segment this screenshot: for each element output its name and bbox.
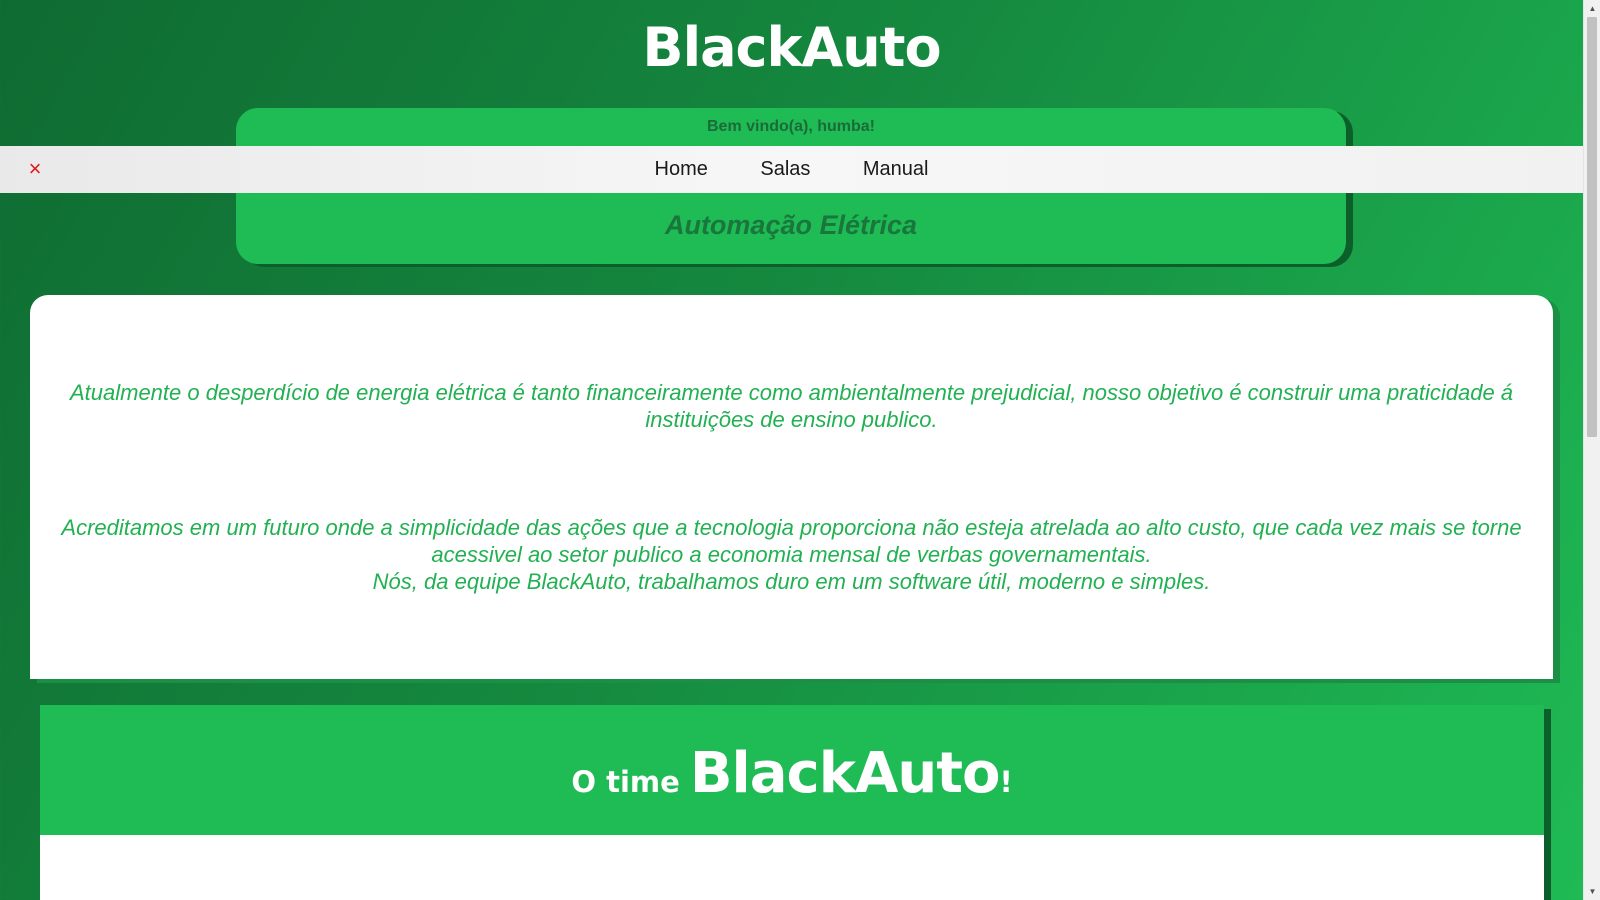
page-viewport: BlackAuto Bem vindo(a), humba! Automação…: [0, 0, 1583, 900]
team-title-brand: BlackAuto: [689, 741, 1001, 806]
team-title-suffix: !: [999, 765, 1013, 799]
vertical-scrollbar[interactable]: ▲ ▼: [1583, 0, 1600, 900]
team-title-prefix: O time: [571, 765, 690, 799]
welcome-message: Bem vindo(a), humba!: [706, 118, 875, 135]
scroll-down-icon[interactable]: ▼: [1584, 883, 1600, 900]
nav-link-salas[interactable]: Salas: [760, 146, 810, 193]
scrollbar-thumb[interactable]: [1587, 17, 1597, 437]
about-card: Atualmente o desperdício de energia elét…: [30, 295, 1553, 679]
about-paragraph-3: Nós, da equipe BlackAuto, trabalhamos du…: [372, 569, 1211, 594]
navigation-bar: × Home Salas Manual: [0, 146, 1583, 193]
site-logo: BlackAuto: [642, 16, 941, 79]
team-title: O time BlackAuto!: [40, 741, 1544, 806]
team-section: O time BlackAuto!: [40, 705, 1544, 900]
nav-links: Home Salas Manual: [0, 146, 1583, 193]
team-content: [40, 835, 1544, 900]
site-subtitle: Automação Elétrica: [664, 210, 918, 240]
about-paragraph-2: Acreditamos em um futuro onde a simplici…: [61, 515, 1522, 567]
nav-link-home[interactable]: Home: [655, 146, 708, 193]
scroll-up-icon[interactable]: ▲: [1584, 0, 1600, 17]
nav-link-manual[interactable]: Manual: [863, 146, 929, 193]
about-paragraph-1: Atualmente o desperdício de energia elét…: [69, 380, 1514, 432]
